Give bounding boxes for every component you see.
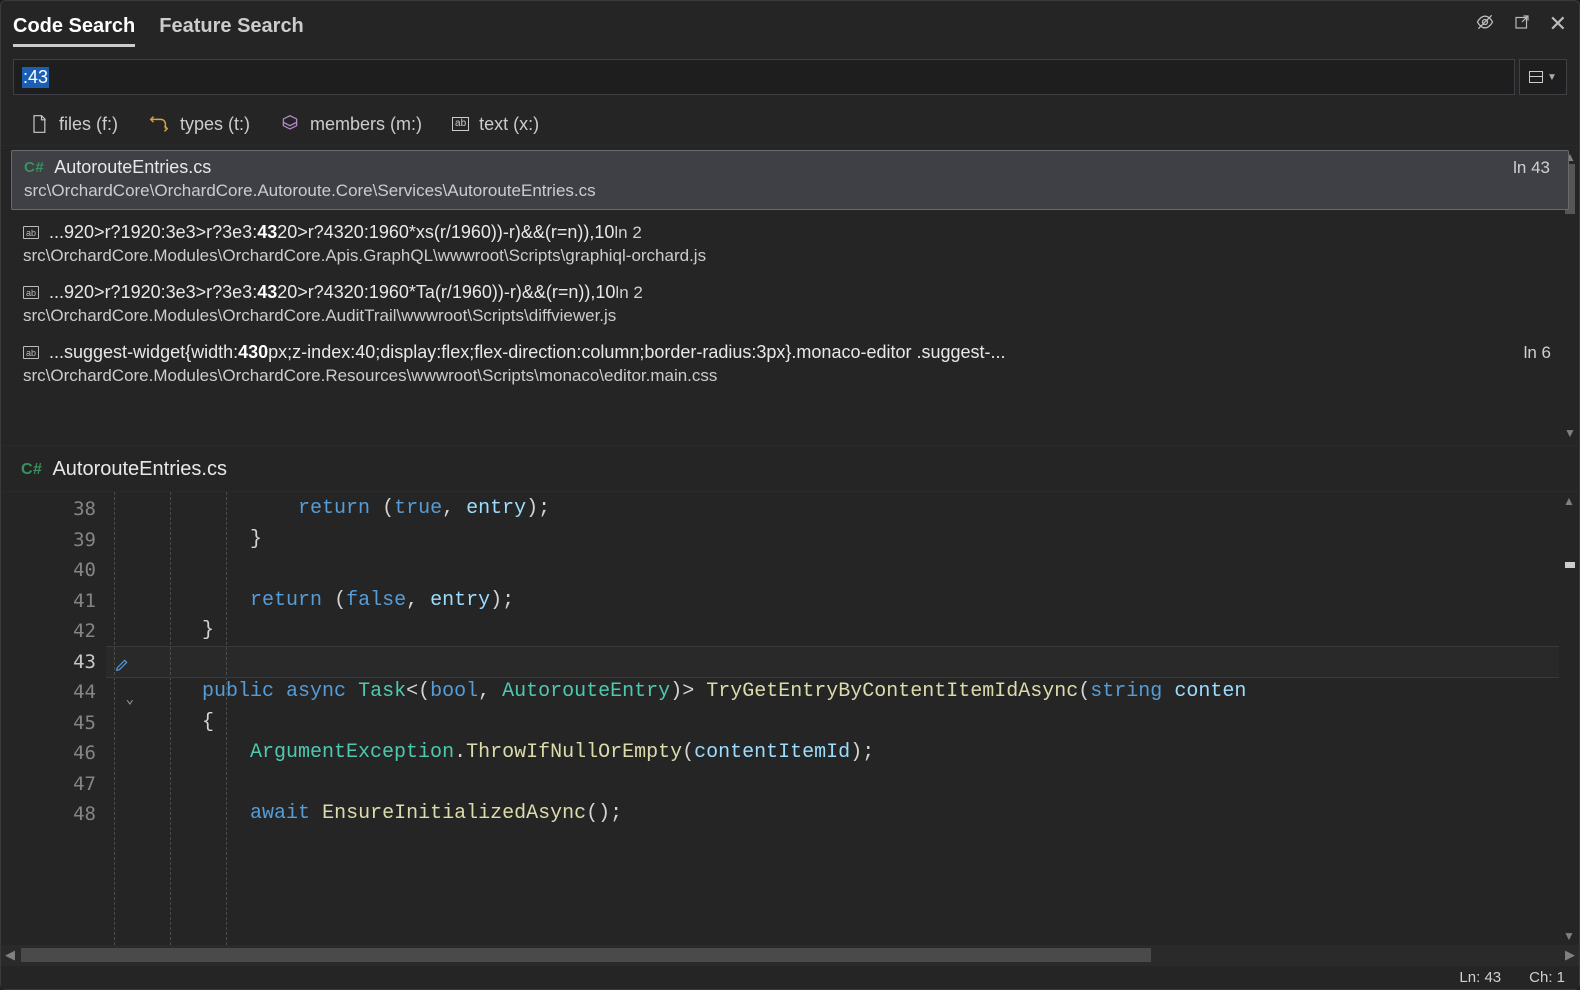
open-external-icon[interactable] — [1513, 13, 1531, 36]
code-line[interactable]: ArgumentException.ThrowIfNullOrEmpty(con… — [106, 738, 1559, 769]
preview-header: C# AutorouteEntries.cs — [1, 445, 1579, 491]
panel-icon — [1529, 71, 1543, 83]
scroll-thumb[interactable] — [21, 948, 1151, 962]
result-item[interactable]: ab ...920>r?1920:3e3>r?3e3:4320>r?4320:19… — [1, 274, 1579, 334]
text-icon: ab — [452, 117, 469, 131]
view-mode-dropdown[interactable]: ▼ — [1519, 59, 1567, 95]
result-title: ...suggest-widget{width:430px;z-index:40… — [49, 342, 1006, 363]
results-list: ▲ ▼ C#AutorouteEntries.csln 43src\Orchar… — [1, 145, 1579, 445]
result-path: src\OrchardCore.Modules\OrchardCore.Reso… — [23, 366, 1551, 386]
text-match-icon: ab — [23, 286, 39, 299]
code-search-panel: Code Search Feature Search ✕ :43 ▼ files — [0, 0, 1580, 990]
search-value: :43 — [22, 67, 49, 88]
filter-text[interactable]: ab text (x:) — [452, 114, 539, 135]
scroll-up-icon[interactable]: ▲ — [1563, 494, 1575, 508]
line-number: 45 — [1, 708, 106, 739]
code-line[interactable]: await EnsureInitializedAsync(); — [106, 799, 1559, 830]
line-number: 48 — [1, 799, 106, 830]
filter-files[interactable]: files (f:) — [29, 113, 118, 135]
result-title: ...920>r?1920:3e3>r?3e3:4320>r?4320:1960… — [49, 222, 642, 243]
search-input[interactable]: :43 — [13, 59, 1515, 95]
result-title: ...920>r?1920:3e3>r?3e3:4320>r?4320:1960… — [49, 282, 643, 303]
line-gutter: 38394041424344⌄45464748 — [1, 492, 106, 945]
filter-files-label: files (f:) — [59, 114, 118, 135]
csharp-icon: C# — [21, 461, 42, 479]
code-lines[interactable]: return (true, entry); } return (false, e… — [106, 492, 1559, 945]
code-line[interactable] — [106, 769, 1559, 800]
scroll-left-icon[interactable]: ◀ — [5, 947, 15, 963]
status-col: Ch: 1 — [1529, 969, 1565, 986]
scroll-down-icon[interactable]: ▼ — [1563, 929, 1575, 943]
code-hscrollbar[interactable]: ◀ ▶ — [1, 945, 1579, 965]
line-number: 47 — [1, 769, 106, 800]
csharp-icon: C# — [24, 159, 44, 176]
line-number: 46 — [1, 738, 106, 769]
filter-bar: files (f:) types (t:) members (m:) ab te… — [1, 107, 1579, 145]
filter-types[interactable]: types (t:) — [148, 113, 250, 135]
text-match-icon: ab — [23, 346, 39, 359]
scroll-right-icon[interactable]: ▶ — [1565, 947, 1575, 963]
code-line[interactable] — [106, 647, 1559, 678]
tab-feature-search[interactable]: Feature Search — [159, 9, 304, 47]
filter-text-label: text (x:) — [479, 114, 539, 135]
code-vscrollbar[interactable]: ▲ ▼ — [1559, 492, 1579, 945]
code-line[interactable] — [106, 555, 1559, 586]
file-icon — [29, 113, 49, 135]
result-path: src\OrchardCore\OrchardCore.Autoroute.Co… — [24, 181, 1550, 201]
code-line[interactable]: return (true, entry); — [106, 494, 1559, 525]
status-bar: Ln: 43 Ch: 1 — [1, 965, 1579, 989]
filter-members[interactable]: members (m:) — [280, 114, 422, 135]
line-number: 42 — [1, 616, 106, 647]
members-icon — [280, 114, 300, 134]
eye-off-icon[interactable] — [1475, 12, 1495, 37]
result-title: AutorouteEntries.cs — [54, 157, 211, 178]
line-number: 43 — [1, 647, 106, 678]
scroll-down-icon[interactable]: ▼ — [1564, 426, 1576, 440]
scroll-track[interactable] — [21, 948, 1559, 962]
result-line: ln 2 — [614, 223, 641, 242]
types-icon — [148, 113, 170, 135]
code-line[interactable]: public async Task<(bool, AutorouteEntry)… — [106, 677, 1559, 708]
code-line[interactable]: } — [106, 525, 1559, 556]
code-line[interactable]: } — [106, 616, 1559, 647]
result-line: ln 6 — [1524, 343, 1551, 363]
status-line: Ln: 43 — [1459, 969, 1501, 986]
tab-code-search[interactable]: Code Search — [13, 9, 135, 47]
search-row: :43 ▼ — [1, 47, 1579, 107]
preview-filename: AutorouteEntries.cs — [52, 458, 227, 481]
code-line[interactable]: { — [106, 708, 1559, 739]
filter-members-label: members (m:) — [310, 114, 422, 135]
result-item[interactable]: ab ...suggest-widget{width:430px;z-index:… — [1, 334, 1579, 394]
text-match-icon: ab — [23, 226, 39, 239]
filter-types-label: types (t:) — [180, 114, 250, 135]
line-number: 40 — [1, 555, 106, 586]
result-item[interactable]: C# AutorouteEntries.cs ln 43 src\OrchardCor… — [11, 150, 1569, 210]
tab-bar: Code Search Feature Search ✕ — [1, 1, 1579, 47]
result-path: src\OrchardCore.Modules\OrchardCore.Audi… — [23, 306, 1551, 326]
code-preview[interactable]: 38394041424344⌄45464748 return (true, en… — [1, 491, 1579, 945]
line-number: 44⌄ — [1, 677, 106, 708]
close-icon[interactable]: ✕ — [1549, 11, 1567, 37]
line-number: 39 — [1, 525, 106, 556]
result-line: ln 43 — [1513, 158, 1550, 178]
scroll-marker — [1565, 562, 1575, 568]
code-line[interactable]: return (false, entry); — [106, 586, 1559, 617]
line-number: 38 — [1, 494, 106, 525]
line-number: 41 — [1, 586, 106, 617]
result-line: ln 2 — [615, 283, 642, 302]
result-item[interactable]: ab ...920>r?1920:3e3>r?3e3:4320>r?4320:19… — [1, 214, 1579, 274]
chevron-down-icon: ▼ — [1547, 72, 1557, 83]
result-path: src\OrchardCore.Modules\OrchardCore.Apis… — [23, 246, 1551, 266]
